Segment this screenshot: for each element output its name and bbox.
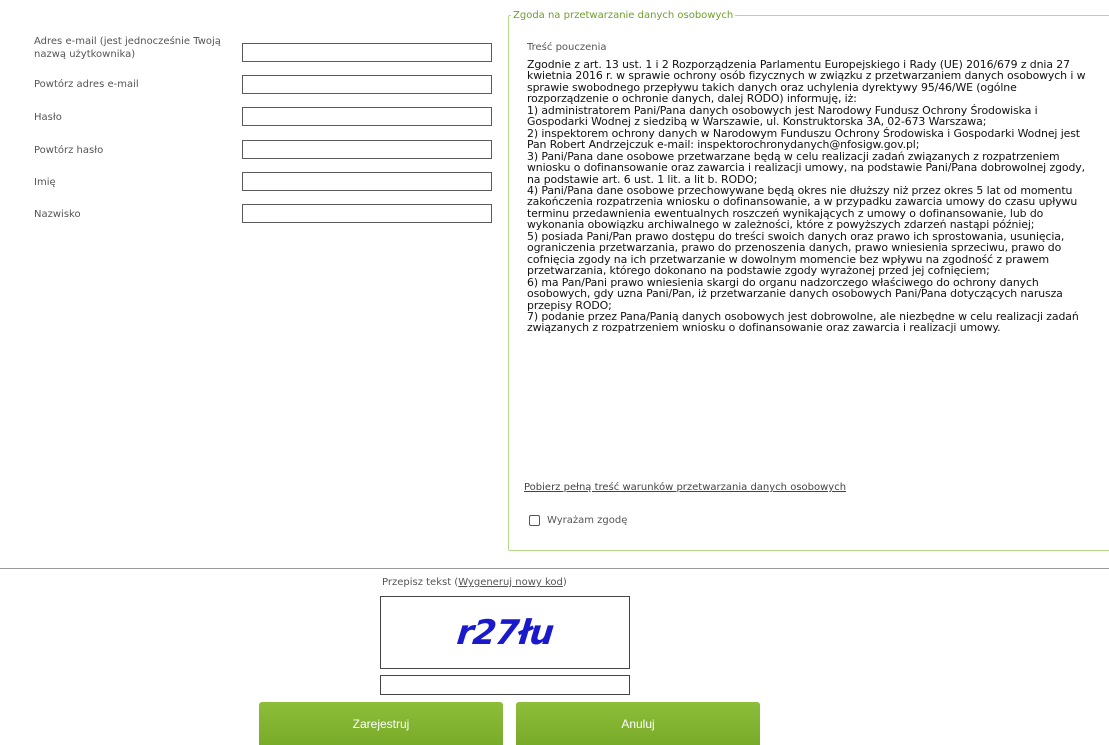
captcha-image: r27łu	[380, 596, 630, 669]
repeat-email-label: Powtórz adres e-mail	[34, 79, 139, 90]
first-name-field[interactable]	[242, 172, 492, 191]
email-field[interactable]	[242, 43, 492, 62]
notice-text: Zgodnie z art. 13 ust. 1 i 2 Rozporządze…	[527, 58, 1086, 335]
repeat-email-field[interactable]	[242, 75, 492, 94]
password-label: Hasło	[34, 112, 62, 123]
captcha-caption-suffix: )	[562, 577, 567, 588]
notice-heading: Treść pouczenia	[527, 42, 607, 53]
cancel-button[interactable]: Anuluj	[516, 702, 760, 745]
captcha-image-text: r27łu	[454, 612, 556, 653]
captcha-caption: Przepisz tekst (Wygeneruj nowy kod)	[382, 577, 567, 588]
consent-legend: Zgoda na przetwarzanie danych osobowych	[511, 9, 736, 23]
download-terms-link[interactable]: Pobierz pełną treść warunków przetwarzan…	[524, 482, 846, 493]
section-divider	[0, 568, 1109, 569]
password-field[interactable]	[242, 107, 492, 126]
captcha-input[interactable]	[380, 675, 630, 695]
consent-checkbox-label[interactable]: Wyrażam zgodę	[547, 515, 627, 526]
regenerate-captcha-link[interactable]: Wygeneruj nowy kod	[458, 577, 563, 588]
consent-checkbox-row[interactable]: Wyrażam zgodę	[529, 515, 627, 526]
captcha-caption-prefix: Przepisz tekst (	[382, 577, 459, 588]
register-button[interactable]: Zarejestruj	[259, 702, 503, 745]
consent-checkbox[interactable]	[529, 515, 540, 526]
last-name-field[interactable]	[242, 204, 492, 223]
first-name-label: Imię	[34, 177, 56, 188]
last-name-label: Nazwisko	[34, 209, 81, 220]
registration-page: Adres e-mail (jest jednocześnie Twoją na…	[0, 0, 1109, 745]
repeat-password-field[interactable]	[242, 140, 492, 159]
repeat-password-label: Powtórz hasło	[34, 145, 104, 156]
email-label: Adres e-mail (jest jednocześnie Twoją na…	[34, 36, 221, 60]
